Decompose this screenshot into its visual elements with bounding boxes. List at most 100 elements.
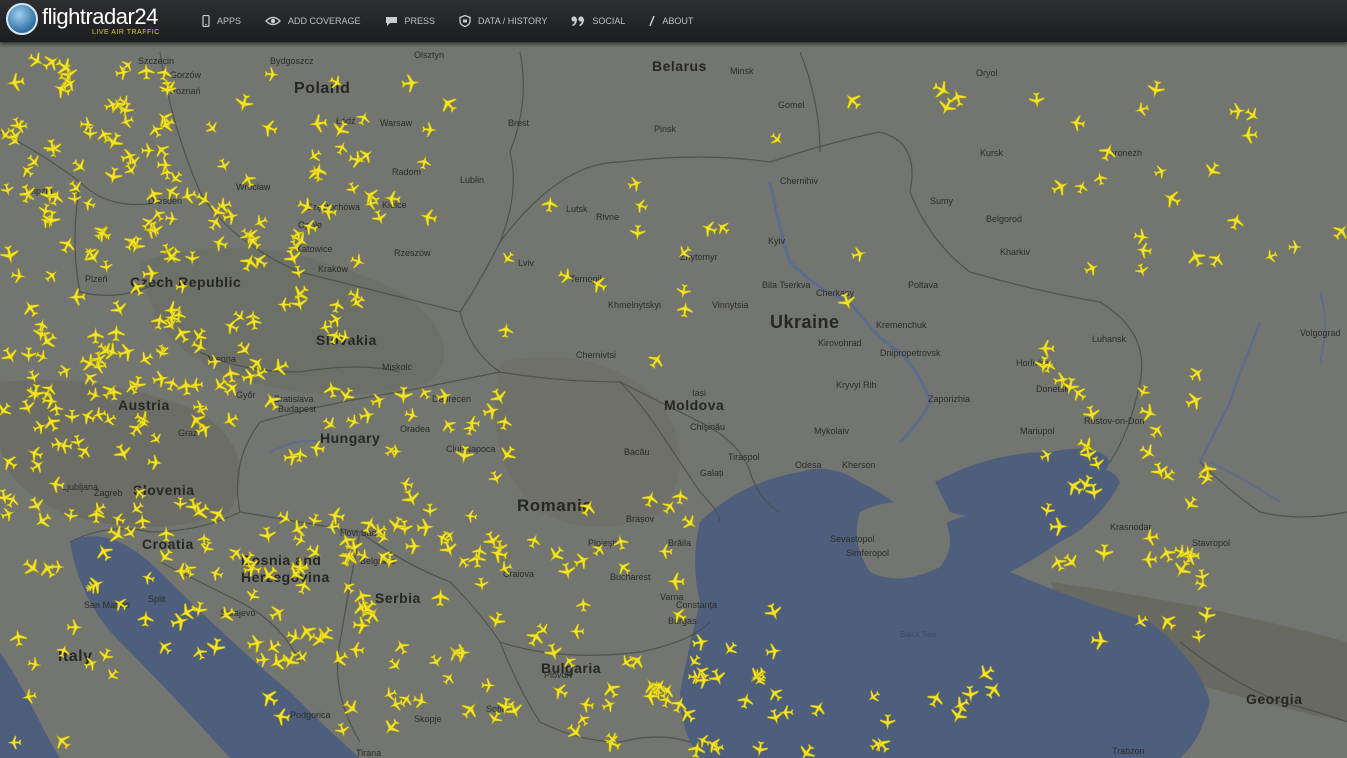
aircraft-icon[interactable]	[1140, 550, 1158, 569]
aircraft-icon[interactable]	[140, 143, 156, 158]
aircraft-icon[interactable]	[255, 651, 272, 668]
aircraft-icon[interactable]	[266, 601, 290, 625]
aircraft-icon[interactable]	[690, 632, 711, 652]
aircraft-icon[interactable]	[486, 468, 505, 488]
aircraft-icon[interactable]	[8, 627, 29, 648]
aircraft-icon[interactable]	[339, 696, 364, 720]
aircraft-icon[interactable]	[676, 300, 695, 319]
flightradar24-logo[interactable]: flightradar24 LIVE AIR TRAFFIC	[6, 3, 166, 39]
aircraft-icon[interactable]	[415, 517, 435, 537]
aircraft-icon[interactable]	[243, 586, 263, 605]
aircraft-icon[interactable]	[577, 695, 596, 714]
aircraft-icon[interactable]	[324, 518, 341, 535]
nav-press[interactable]: PRESS	[373, 0, 448, 42]
aircraft-icon[interactable]	[146, 454, 164, 471]
aircraft-icon[interactable]	[156, 156, 173, 174]
aircraft-icon[interactable]	[946, 87, 969, 109]
aircraft-icon[interactable]	[135, 348, 156, 370]
aircraft-icon[interactable]	[55, 361, 75, 381]
aircraft-icon[interactable]	[587, 272, 610, 296]
aircraft-icon[interactable]	[698, 218, 720, 240]
aircraft-icon[interactable]	[232, 91, 256, 115]
aircraft-icon[interactable]	[1201, 159, 1224, 182]
aircraft-icon[interactable]	[54, 642, 73, 660]
aircraft-icon[interactable]	[26, 655, 43, 673]
aircraft-icon[interactable]	[30, 508, 55, 533]
aircraft-icon[interactable]	[644, 348, 668, 372]
aircraft-icon[interactable]	[184, 250, 200, 266]
aircraft-icon[interactable]	[1329, 219, 1347, 244]
aircraft-icon[interactable]	[487, 385, 511, 409]
aircraft-icon[interactable]	[1049, 516, 1069, 537]
aircraft-icon[interactable]	[497, 321, 515, 339]
aircraft-icon[interactable]	[153, 344, 171, 362]
aircraft-icon[interactable]	[1241, 104, 1263, 126]
aircraft-icon[interactable]	[764, 642, 783, 661]
aircraft-icon[interactable]	[102, 665, 122, 685]
aircraft-icon[interactable]	[1133, 262, 1151, 279]
aircraft-icon[interactable]	[1191, 629, 1207, 645]
aircraft-icon[interactable]	[452, 643, 472, 663]
aircraft-icon[interactable]	[626, 174, 645, 194]
aircraft-icon[interactable]	[706, 666, 729, 689]
aircraft-icon[interactable]	[1205, 248, 1228, 271]
aircraft-icon[interactable]	[192, 399, 207, 414]
aircraft-icon[interactable]	[849, 245, 869, 264]
aircraft-icon[interactable]	[291, 446, 309, 463]
aircraft-icon[interactable]	[67, 287, 86, 307]
aircraft-icon[interactable]	[189, 336, 210, 357]
aircraft-icon[interactable]	[1132, 227, 1151, 246]
aircraft-icon[interactable]	[599, 695, 619, 715]
aircraft-icon[interactable]	[421, 121, 438, 138]
aircraft-icon[interactable]	[327, 647, 352, 671]
aircraft-icon[interactable]	[563, 720, 588, 744]
aircraft-icon[interactable]	[188, 377, 204, 393]
aircraft-icon[interactable]	[120, 522, 141, 543]
nav-apps[interactable]: APPS	[190, 0, 253, 42]
aircraft-icon[interactable]	[225, 542, 247, 564]
aircraft-icon[interactable]	[87, 506, 106, 524]
aircraft-icon[interactable]	[674, 242, 695, 263]
aircraft-icon[interactable]	[1239, 125, 1259, 145]
aircraft-icon[interactable]	[357, 405, 377, 425]
aircraft-icon[interactable]	[1155, 609, 1181, 635]
aircraft-icon[interactable]	[257, 525, 278, 545]
aircraft-icon[interactable]	[68, 155, 91, 178]
aircraft-icon[interactable]	[480, 400, 502, 422]
aircraft-icon[interactable]	[77, 406, 99, 427]
aircraft-icon[interactable]	[807, 697, 830, 720]
aircraft-icon[interactable]	[245, 632, 268, 655]
aircraft-icon[interactable]	[495, 442, 520, 467]
aircraft-icon[interactable]	[794, 740, 819, 758]
aircraft-icon[interactable]	[678, 511, 701, 534]
aircraft-icon[interactable]	[67, 191, 82, 206]
aircraft-icon[interactable]	[1037, 339, 1055, 358]
aircraft-icon[interactable]	[207, 564, 225, 583]
aircraft-icon[interactable]	[486, 609, 508, 632]
aircraft-icon[interactable]	[1072, 178, 1091, 196]
aircraft-icon[interactable]	[1028, 91, 1046, 109]
aircraft-layer[interactable]	[0, 42, 1347, 758]
aircraft-icon[interactable]	[1047, 551, 1070, 574]
aircraft-icon[interactable]	[426, 651, 446, 671]
aircraft-icon[interactable]	[79, 367, 101, 389]
aircraft-icon[interactable]	[5, 71, 27, 93]
aircraft-icon[interactable]	[1146, 419, 1168, 442]
aircraft-icon[interactable]	[1087, 454, 1107, 474]
aircraft-icon[interactable]	[80, 244, 105, 269]
aircraft-icon[interactable]	[82, 125, 98, 141]
aircraft-icon[interactable]	[56, 233, 80, 256]
aircraft-icon[interactable]	[576, 496, 600, 519]
aircraft-icon[interactable]	[1068, 113, 1087, 133]
aircraft-icon[interactable]	[176, 376, 197, 397]
aircraft-icon[interactable]	[197, 538, 216, 558]
aircraft-icon[interactable]	[369, 207, 390, 228]
aircraft-icon[interactable]	[9, 267, 27, 285]
aircraft-icon[interactable]	[153, 636, 176, 658]
aircraft-icon[interactable]	[675, 283, 693, 300]
nav-about[interactable]: ABOUT	[637, 0, 705, 42]
aircraft-icon[interactable]	[281, 245, 305, 270]
aircraft-icon[interactable]	[294, 619, 320, 645]
aircraft-icon[interactable]	[304, 146, 325, 166]
aircraft-icon[interactable]	[1159, 186, 1184, 211]
